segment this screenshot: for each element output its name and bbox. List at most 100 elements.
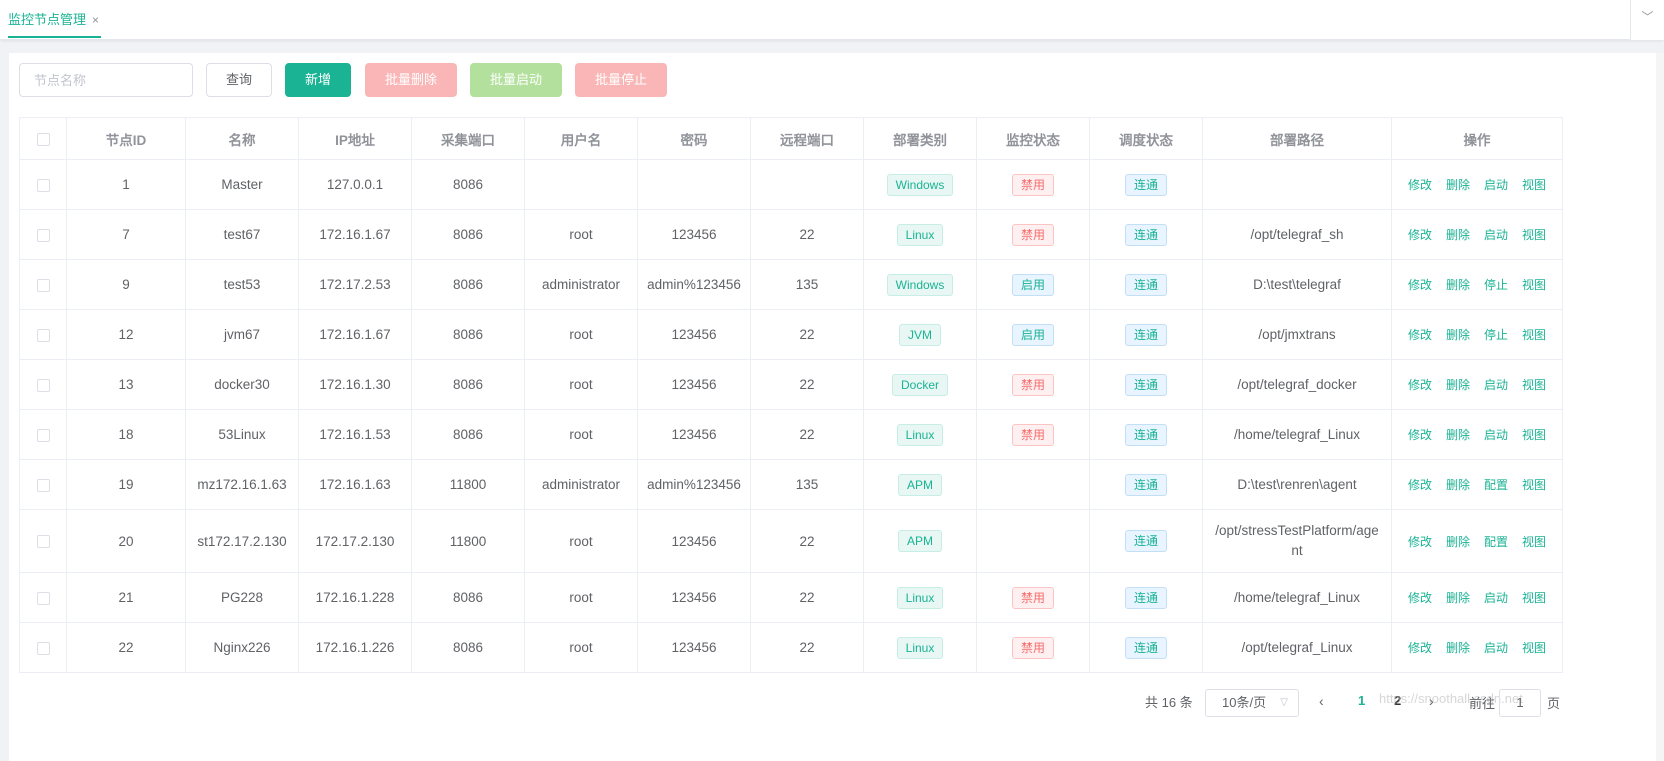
- edit-link[interactable]: 修改: [1408, 328, 1432, 342]
- delete-link[interactable]: 删除: [1446, 641, 1470, 655]
- table-row: 20 st172.17.2.130 172.17.2.130 11800 root 123…: [19, 509, 1563, 573]
- cell-rport: 22: [750, 309, 864, 360]
- cell-rport: 22: [750, 409, 864, 460]
- sched-tag: 连通: [1124, 636, 1167, 659]
- close-icon[interactable]: ×: [92, 13, 99, 27]
- row-checkbox[interactable]: [36, 478, 50, 492]
- monitor-tag: 启用: [1011, 273, 1054, 296]
- row-checkbox[interactable]: [36, 591, 50, 605]
- start-link[interactable]: 启动: [1484, 641, 1508, 655]
- cell-type: APM: [863, 509, 977, 573]
- delete-link[interactable]: 删除: [1446, 535, 1470, 549]
- cell-port: 8086: [411, 209, 525, 260]
- next-page-icon[interactable]: ›: [1429, 693, 1434, 709]
- delete-link[interactable]: 删除: [1446, 478, 1470, 492]
- type-tag: JVM: [899, 323, 941, 346]
- row-select-cell: [19, 509, 67, 573]
- cell-type: JVM: [863, 309, 977, 360]
- view-link[interactable]: 视图: [1522, 641, 1546, 655]
- start-link[interactable]: 启动: [1484, 428, 1508, 442]
- view-link[interactable]: 视图: [1522, 478, 1546, 492]
- batch-start-button[interactable]: 批量启动: [470, 63, 562, 97]
- tab-monitor-nodes[interactable]: 监控节点管理 ×: [8, 8, 102, 38]
- edit-link[interactable]: 修改: [1408, 641, 1432, 655]
- edit-link[interactable]: 修改: [1408, 178, 1432, 192]
- cell-port: 8086: [411, 622, 525, 673]
- delete-link[interactable]: 删除: [1446, 228, 1470, 242]
- start-link[interactable]: 启动: [1484, 178, 1508, 192]
- edit-link[interactable]: 修改: [1408, 535, 1432, 549]
- view-link[interactable]: 视图: [1522, 278, 1546, 292]
- chevron-down-icon[interactable]: ﹀: [1630, 0, 1664, 40]
- row-checkbox[interactable]: [36, 428, 50, 442]
- type-tag: APM: [897, 530, 942, 552]
- edit-link[interactable]: 修改: [1408, 428, 1432, 442]
- batch-stop-button[interactable]: 批量停止: [575, 63, 667, 97]
- cell-path: D:\test\renren\agent: [1202, 459, 1392, 510]
- start-link[interactable]: 启动: [1484, 591, 1508, 605]
- row-checkbox[interactable]: [36, 535, 50, 549]
- delete-link[interactable]: 删除: [1446, 378, 1470, 392]
- query-button[interactable]: 查询: [206, 63, 272, 97]
- view-link[interactable]: 视图: [1522, 328, 1546, 342]
- view-link[interactable]: 视图: [1522, 591, 1546, 605]
- cell-port: 8086: [411, 159, 525, 210]
- view-link[interactable]: 视图: [1522, 428, 1546, 442]
- row-select-cell: [19, 409, 67, 460]
- delete-link[interactable]: 删除: [1446, 178, 1470, 192]
- jump-label: 前往: [1469, 696, 1496, 711]
- start-link[interactable]: 启动: [1484, 378, 1508, 392]
- search-input[interactable]: [19, 63, 193, 97]
- page-number[interactable]: 1: [1358, 693, 1365, 708]
- sched-tag: 连通: [1124, 173, 1167, 196]
- select-all-checkbox[interactable]: [36, 132, 50, 146]
- stop-link[interactable]: 停止: [1484, 328, 1508, 342]
- delete-link[interactable]: 删除: [1446, 591, 1470, 605]
- row-checkbox[interactable]: [36, 228, 50, 242]
- cell-sched: 连通: [1089, 622, 1203, 673]
- delete-link[interactable]: 删除: [1446, 428, 1470, 442]
- row-checkbox[interactable]: [36, 328, 50, 342]
- cell-ip: 127.0.0.1: [298, 159, 412, 210]
- view-link[interactable]: 视图: [1522, 178, 1546, 192]
- config-link[interactable]: 配置: [1484, 535, 1508, 549]
- row-checkbox[interactable]: [36, 378, 50, 392]
- prev-page-icon[interactable]: ‹: [1319, 693, 1324, 709]
- edit-link[interactable]: 修改: [1408, 278, 1432, 292]
- cell-rport: [750, 159, 864, 210]
- config-link[interactable]: 配置: [1484, 478, 1508, 492]
- cell-pwd: 123456: [637, 309, 751, 360]
- edit-link[interactable]: 修改: [1408, 591, 1432, 605]
- add-button[interactable]: 新增: [285, 63, 351, 97]
- jump-page-input[interactable]: 1: [1499, 689, 1541, 717]
- delete-link[interactable]: 删除: [1446, 278, 1470, 292]
- delete-link[interactable]: 删除: [1446, 328, 1470, 342]
- sched-tag: 连通: [1124, 323, 1167, 346]
- tab-bar: 监控节点管理 × ﹀: [0, 0, 1664, 40]
- row-checkbox[interactable]: [36, 641, 50, 655]
- scrollbar[interactable]: [1656, 53, 1664, 761]
- cell-port: 11800: [411, 509, 525, 573]
- edit-link[interactable]: 修改: [1408, 378, 1432, 392]
- edit-link[interactable]: 修改: [1408, 228, 1432, 242]
- row-select-cell: [19, 309, 67, 360]
- page-size-select[interactable]: 10条/页 ▽: [1205, 689, 1299, 717]
- start-link[interactable]: 启动: [1484, 228, 1508, 242]
- sched-tag: 连通: [1124, 273, 1167, 296]
- view-link[interactable]: 视图: [1522, 228, 1546, 242]
- view-link[interactable]: 视图: [1522, 535, 1546, 549]
- batch-delete-button[interactable]: 批量删除: [365, 63, 457, 97]
- cell-rport: 22: [750, 209, 864, 260]
- table-header-row: 节点ID 名称 IP地址 采集端口 用户名 密码 远程端口 部署类别 监控状态 …: [19, 117, 1563, 160]
- sched-tag: 连通: [1124, 223, 1167, 246]
- cell-ip: 172.16.1.67: [298, 209, 412, 260]
- stop-link[interactable]: 停止: [1484, 278, 1508, 292]
- sched-tag: 连通: [1124, 530, 1167, 552]
- row-checkbox[interactable]: [36, 178, 50, 192]
- edit-link[interactable]: 修改: [1408, 478, 1432, 492]
- row-checkbox[interactable]: [36, 278, 50, 292]
- view-link[interactable]: 视图: [1522, 378, 1546, 392]
- table-row: 12 jvm67 172.16.1.67 8086 root 123456 22 JVM 启用 连…: [19, 309, 1563, 360]
- cell-id: 7: [66, 209, 186, 260]
- cell-port: 8086: [411, 259, 525, 310]
